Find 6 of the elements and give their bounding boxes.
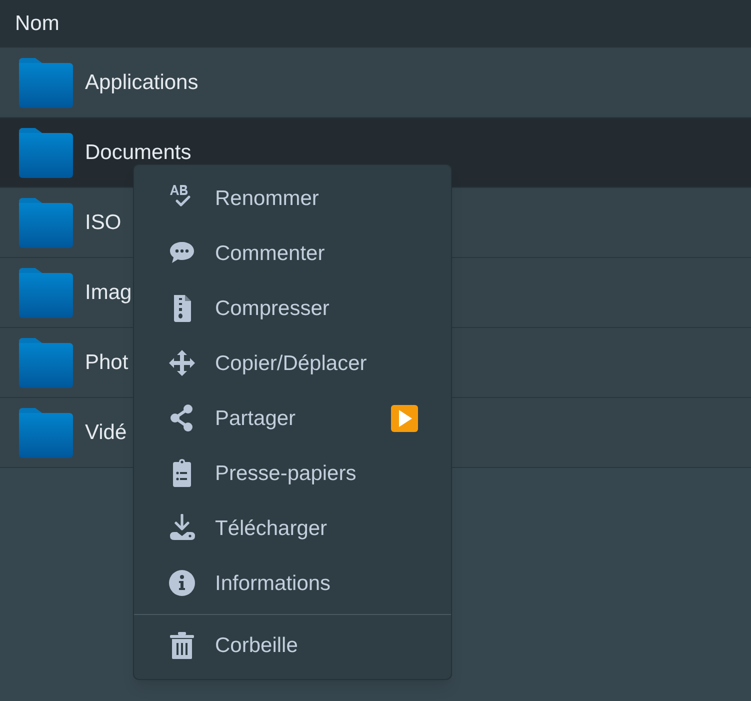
folder-name: Phot [85, 350, 128, 376]
folder-name: ISO [85, 210, 122, 236]
folder-name: Imag [85, 280, 132, 306]
folder-name: Documents [85, 140, 192, 166]
folder-name: Vidé [85, 420, 127, 446]
folder-name: Applications [85, 70, 198, 96]
